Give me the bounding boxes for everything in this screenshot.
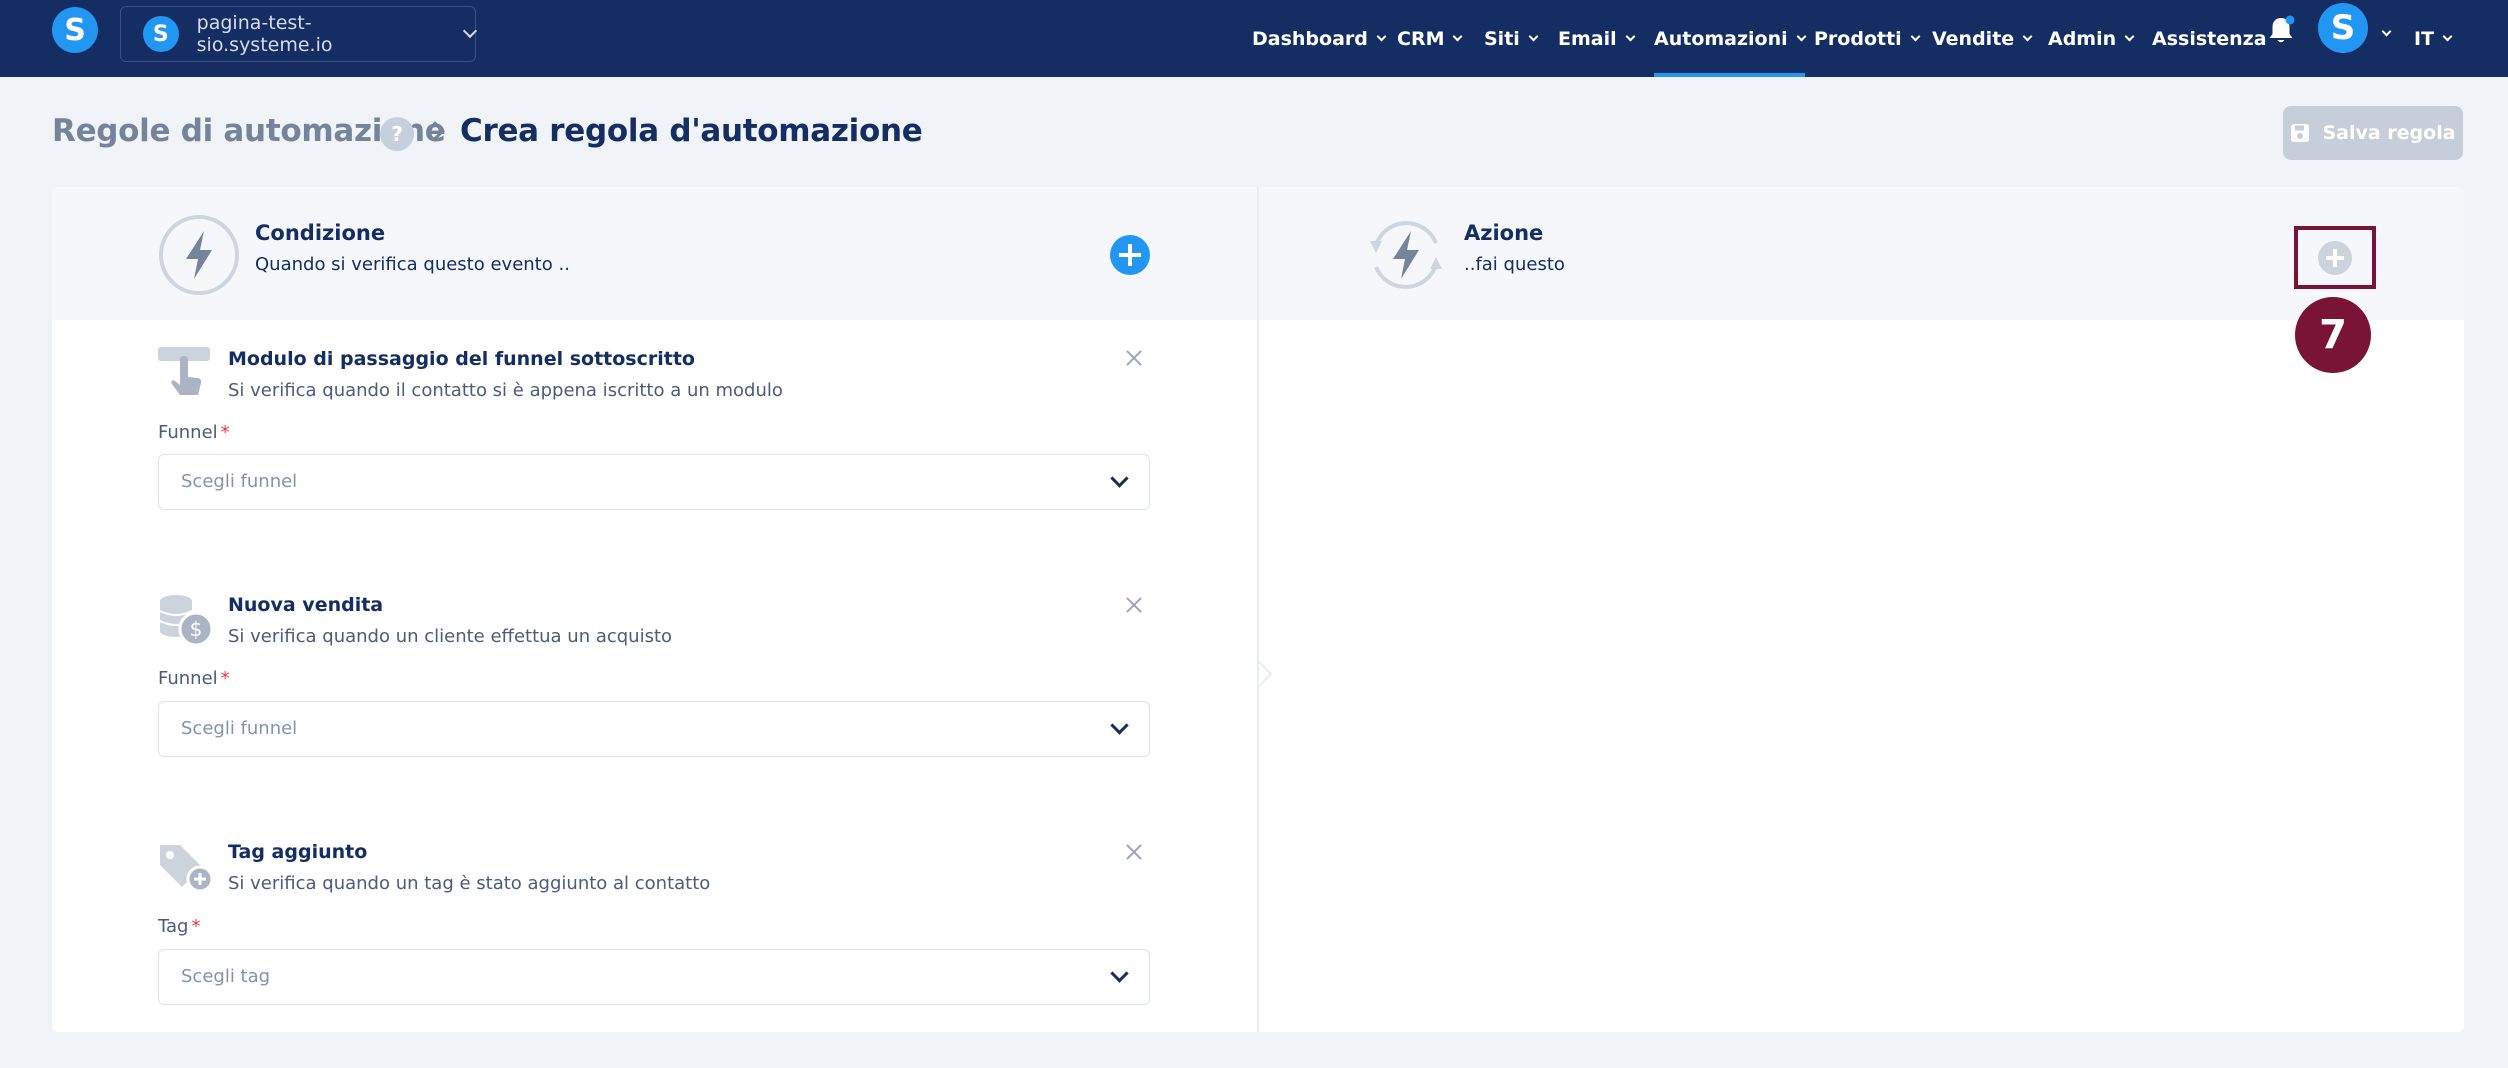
nav-automazioni-label: Automazioni — [1654, 27, 1788, 50]
funnel-form-click-icon — [158, 347, 210, 395]
remove-condition-1-icon[interactable] — [1126, 350, 1142, 366]
highlight-frame — [2294, 226, 2376, 289]
lightning-bolt-cycle-icon — [1370, 221, 1442, 289]
condition-title: Condizione — [255, 221, 386, 245]
chevron-down-icon — [1376, 31, 1387, 41]
language-label: IT — [2414, 27, 2435, 50]
save-rule-button[interactable]: Salva regola — [2283, 106, 2463, 160]
column-divider — [1257, 187, 1259, 1032]
nav-automazioni[interactable]: Automazioni — [1654, 0, 1807, 77]
flow-arrow-notch — [1257, 647, 1274, 701]
chevron-down-icon — [462, 23, 478, 39]
chevron-down-icon — [1110, 469, 1129, 488]
top-navbar: S S pagina-test-sio.systeme.io Dashboard… — [0, 0, 2508, 77]
add-action-button[interactable] — [2318, 241, 2352, 275]
step-number-badge: 7 — [2295, 297, 2371, 373]
remove-condition-3-icon[interactable] — [1126, 844, 1142, 860]
site-logo-icon: S — [143, 16, 179, 52]
coins-sale-icon: $ — [159, 595, 214, 647]
card-2-select-placeholder: Scegli funnel — [181, 718, 298, 739]
card-1-field-label: Funnel * — [158, 422, 230, 443]
card-2-description: Si verifica quando un cliente effettua u… — [228, 626, 673, 647]
nav-siti[interactable]: Siti — [1484, 0, 1539, 77]
floppy-disk-icon — [2291, 124, 2310, 142]
nav-vendite-label: Vendite — [1932, 27, 2015, 50]
help-icon[interactable]: ? — [380, 117, 414, 151]
nav-dashboard-label: Dashboard — [1252, 27, 1368, 50]
nav-admin[interactable]: Admin — [2048, 0, 2135, 77]
site-switcher[interactable]: S pagina-test-sio.systeme.io — [120, 6, 478, 62]
chevron-down-icon — [1110, 964, 1129, 983]
tag-add-icon — [160, 845, 214, 893]
nav-prodotti-label: Prodotti — [1814, 27, 1902, 50]
card-2-funnel-select[interactable]: Scegli funnel — [158, 701, 1150, 757]
language-switcher[interactable]: IT — [2414, 0, 2453, 77]
chevron-down-icon — [2022, 31, 2033, 41]
action-subtitle: ..fai questo — [1464, 254, 1565, 275]
nav-assistenza-label: Assistenza — [2152, 27, 2267, 50]
chevron-down-icon — [2124, 31, 2135, 41]
chevron-down-icon — [1110, 716, 1129, 735]
svg-text:$: $ — [190, 617, 203, 641]
nav-email[interactable]: Email — [1558, 0, 1636, 77]
nav-vendite[interactable]: Vendite — [1932, 0, 2033, 77]
card-3-title: Tag aggiunto — [228, 841, 368, 863]
add-condition-button[interactable] — [1110, 235, 1150, 275]
card-3-field-label: Tag * — [158, 916, 201, 937]
user-avatar[interactable]: S — [2318, 3, 2368, 53]
nav-admin-label: Admin — [2048, 27, 2117, 50]
card-3-tag-select[interactable]: Scegli tag — [158, 949, 1150, 1005]
systeme-logo[interactable]: S — [52, 7, 98, 53]
card-1-funnel-select[interactable]: Scegli funnel — [158, 454, 1150, 510]
site-name: pagina-test-sio.systeme.io — [196, 12, 333, 56]
nav-email-label: Email — [1558, 27, 1617, 50]
card-1-title: Modulo di passaggio del funnel sottoscri… — [228, 348, 695, 370]
chevron-down-icon — [2381, 26, 2392, 37]
nav-dashboard[interactable]: Dashboard — [1252, 0, 1387, 77]
chevron-down-icon — [1625, 31, 1636, 41]
card-3-description: Si verifica quando un tag è stato aggiun… — [228, 873, 711, 894]
card-3-select-placeholder: Scegli tag — [181, 966, 271, 987]
notification-bell-icon[interactable] — [2266, 14, 2296, 46]
card-1-description: Si verifica quando il contatto si è appe… — [228, 380, 783, 401]
chevron-down-icon — [1796, 31, 1807, 41]
card-2-field-label: Funnel * — [158, 668, 230, 689]
nav-siti-label: Siti — [1484, 27, 1520, 50]
nav-prodotti[interactable]: Prodotti — [1814, 0, 1921, 77]
nav-assistenza[interactable]: Assistenza — [2152, 0, 2267, 77]
chevron-down-icon — [2442, 31, 2453, 41]
automation-rule-panel: Condizione Quando si verifica questo eve… — [52, 187, 2464, 1032]
chevron-down-icon — [1528, 31, 1539, 41]
remove-condition-2-icon[interactable] — [1126, 597, 1142, 613]
avatar-menu-toggle[interactable] — [2381, 20, 2392, 39]
nav-crm[interactable]: CRM — [1397, 0, 1463, 77]
chevron-down-icon — [1910, 31, 1921, 41]
chevron-down-icon — [1453, 31, 1463, 41]
card-2-title: Nuova vendita — [228, 594, 384, 616]
save-rule-label: Salva regola — [2322, 122, 2456, 144]
page-title: Crea regola d'automazione — [460, 113, 923, 149]
lightning-bolt-icon — [159, 215, 239, 295]
card-1-select-placeholder: Scegli funnel — [181, 471, 298, 492]
condition-subtitle: Quando si verifica questo evento .. — [255, 254, 570, 275]
action-title: Azione — [1464, 221, 1544, 245]
nav-crm-label: CRM — [1397, 27, 1445, 50]
